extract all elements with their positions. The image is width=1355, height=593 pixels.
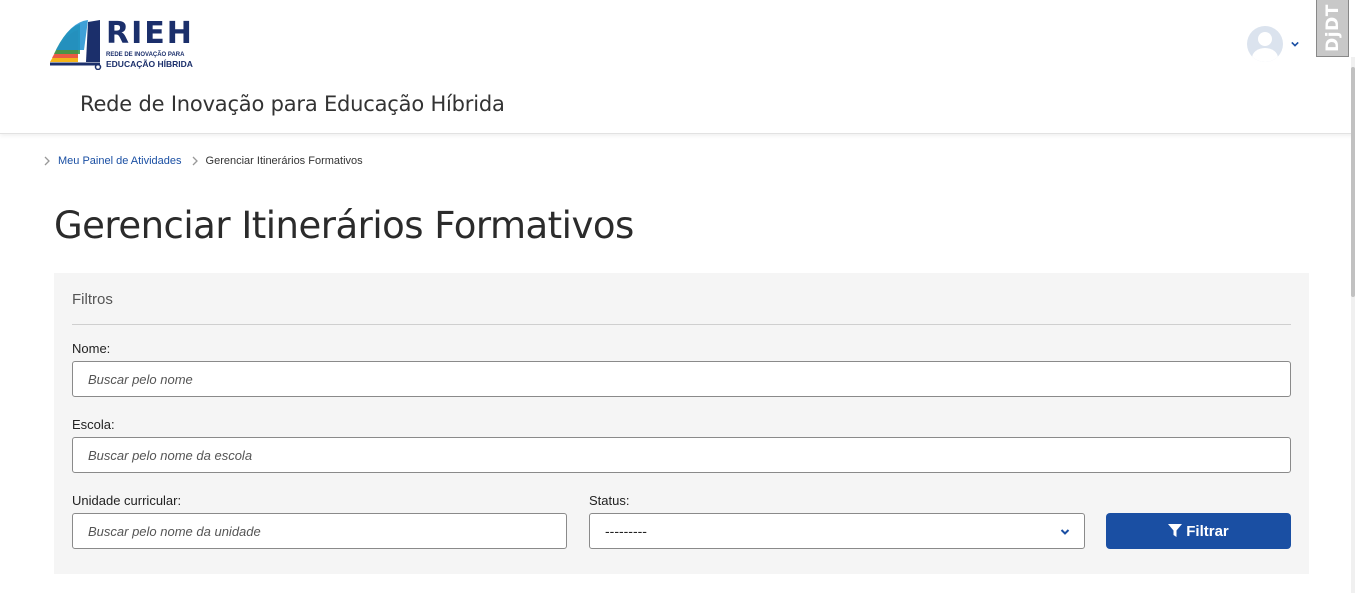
chevron-down-icon <box>1291 41 1299 47</box>
nome-label: Nome: <box>72 341 111 356</box>
debug-toolbar-handle[interactable]: DjDT <box>1316 0 1349 57</box>
user-avatar-icon <box>1247 26 1283 62</box>
divider <box>72 324 1291 325</box>
breadcrumb-link-painel[interactable]: Meu Painel de Atividades <box>58 155 182 167</box>
filter-icon <box>1168 524 1183 537</box>
page-title: Gerenciar Itinerários Formativos <box>54 204 634 247</box>
escola-label: Escola: <box>72 417 115 432</box>
chevron-right-icon <box>192 156 198 166</box>
debug-toolbar-label: DjDT <box>1322 4 1343 52</box>
chevron-right-icon <box>44 156 50 166</box>
scrollbar-thumb[interactable] <box>1351 67 1355 297</box>
open-book-logo-icon <box>50 20 102 70</box>
page-scrollbar[interactable] <box>1351 57 1355 593</box>
logo-subtitle-line2: EDUCAÇÃO HÍBRIDA <box>106 59 193 69</box>
filter-button[interactable]: Filtrar <box>1106 513 1291 549</box>
logo-subtitle-line1: REDE DE INOVAÇÃO PARA <box>106 52 185 58</box>
nome-input[interactable] <box>72 361 1291 397</box>
unidade-input[interactable] <box>72 513 567 549</box>
breadcrumb-current: Gerenciar Itinerários Formativos <box>205 155 363 167</box>
user-menu-toggle[interactable] <box>1247 26 1299 62</box>
escola-input[interactable] <box>72 437 1291 473</box>
site-header: RIEH REDE DE INOVAÇÃO PARA EDUCAÇÃO HÍBR… <box>0 0 1355 134</box>
filter-button-label: Filtrar <box>1186 522 1229 540</box>
filter-panel-title: Filtros <box>72 291 113 308</box>
chevron-down-icon <box>1060 529 1070 535</box>
unidade-label: Unidade curricular: <box>72 493 182 508</box>
logo-title: RIEH <box>106 16 194 51</box>
status-label: Status: <box>589 493 630 508</box>
site-logo[interactable]: RIEH REDE DE INOVAÇÃO PARA EDUCAÇÃO HÍBR… <box>48 16 218 72</box>
status-selected-value: --------- <box>605 523 647 539</box>
filter-panel: Filtros Nome: Escola: Unidade curricular… <box>54 273 1309 574</box>
breadcrumb: Meu Painel de Atividades Gerenciar Itine… <box>42 155 363 167</box>
status-select[interactable]: --------- <box>589 513 1085 549</box>
site-name: Rede de Inovação para Educação Híbrida <box>80 92 505 116</box>
